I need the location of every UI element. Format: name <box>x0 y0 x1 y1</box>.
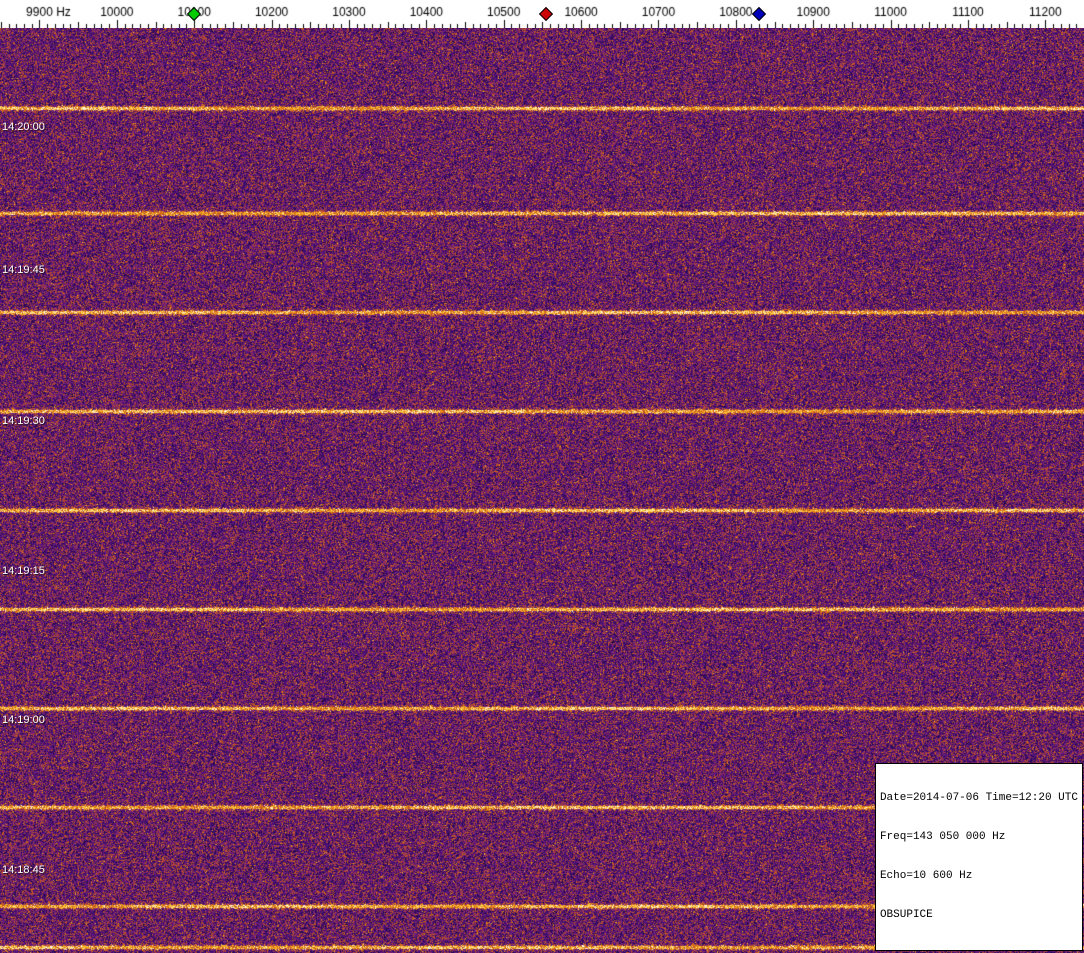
time-tick-label: 14:20:00 <box>2 121 45 133</box>
time-tick-label: 14:19:30 <box>2 415 45 427</box>
status-info-box: Date=2014-07-06 Time=12:20 UTC Freq=143 … <box>874 763 1083 951</box>
info-date-time: Date=2014-07-06 Time=12:20 UTC <box>879 792 1078 804</box>
spectrogram-window: 14:20:00 14:19:45 14:19:30 14:19:15 14:19:00… <box>0 0 1084 953</box>
time-tick-label: 14:19:00 <box>2 714 45 726</box>
info-station: OBSUPICE <box>879 909 933 921</box>
info-frequency: Freq=143 050 000 Hz <box>879 831 1006 843</box>
time-tick-label: 14:19:15 <box>2 565 45 577</box>
info-echo: Echo=10 600 Hz <box>879 870 973 882</box>
time-tick-label: 14:18:45 <box>2 864 45 876</box>
time-tick-label: 14:19:45 <box>2 264 45 276</box>
